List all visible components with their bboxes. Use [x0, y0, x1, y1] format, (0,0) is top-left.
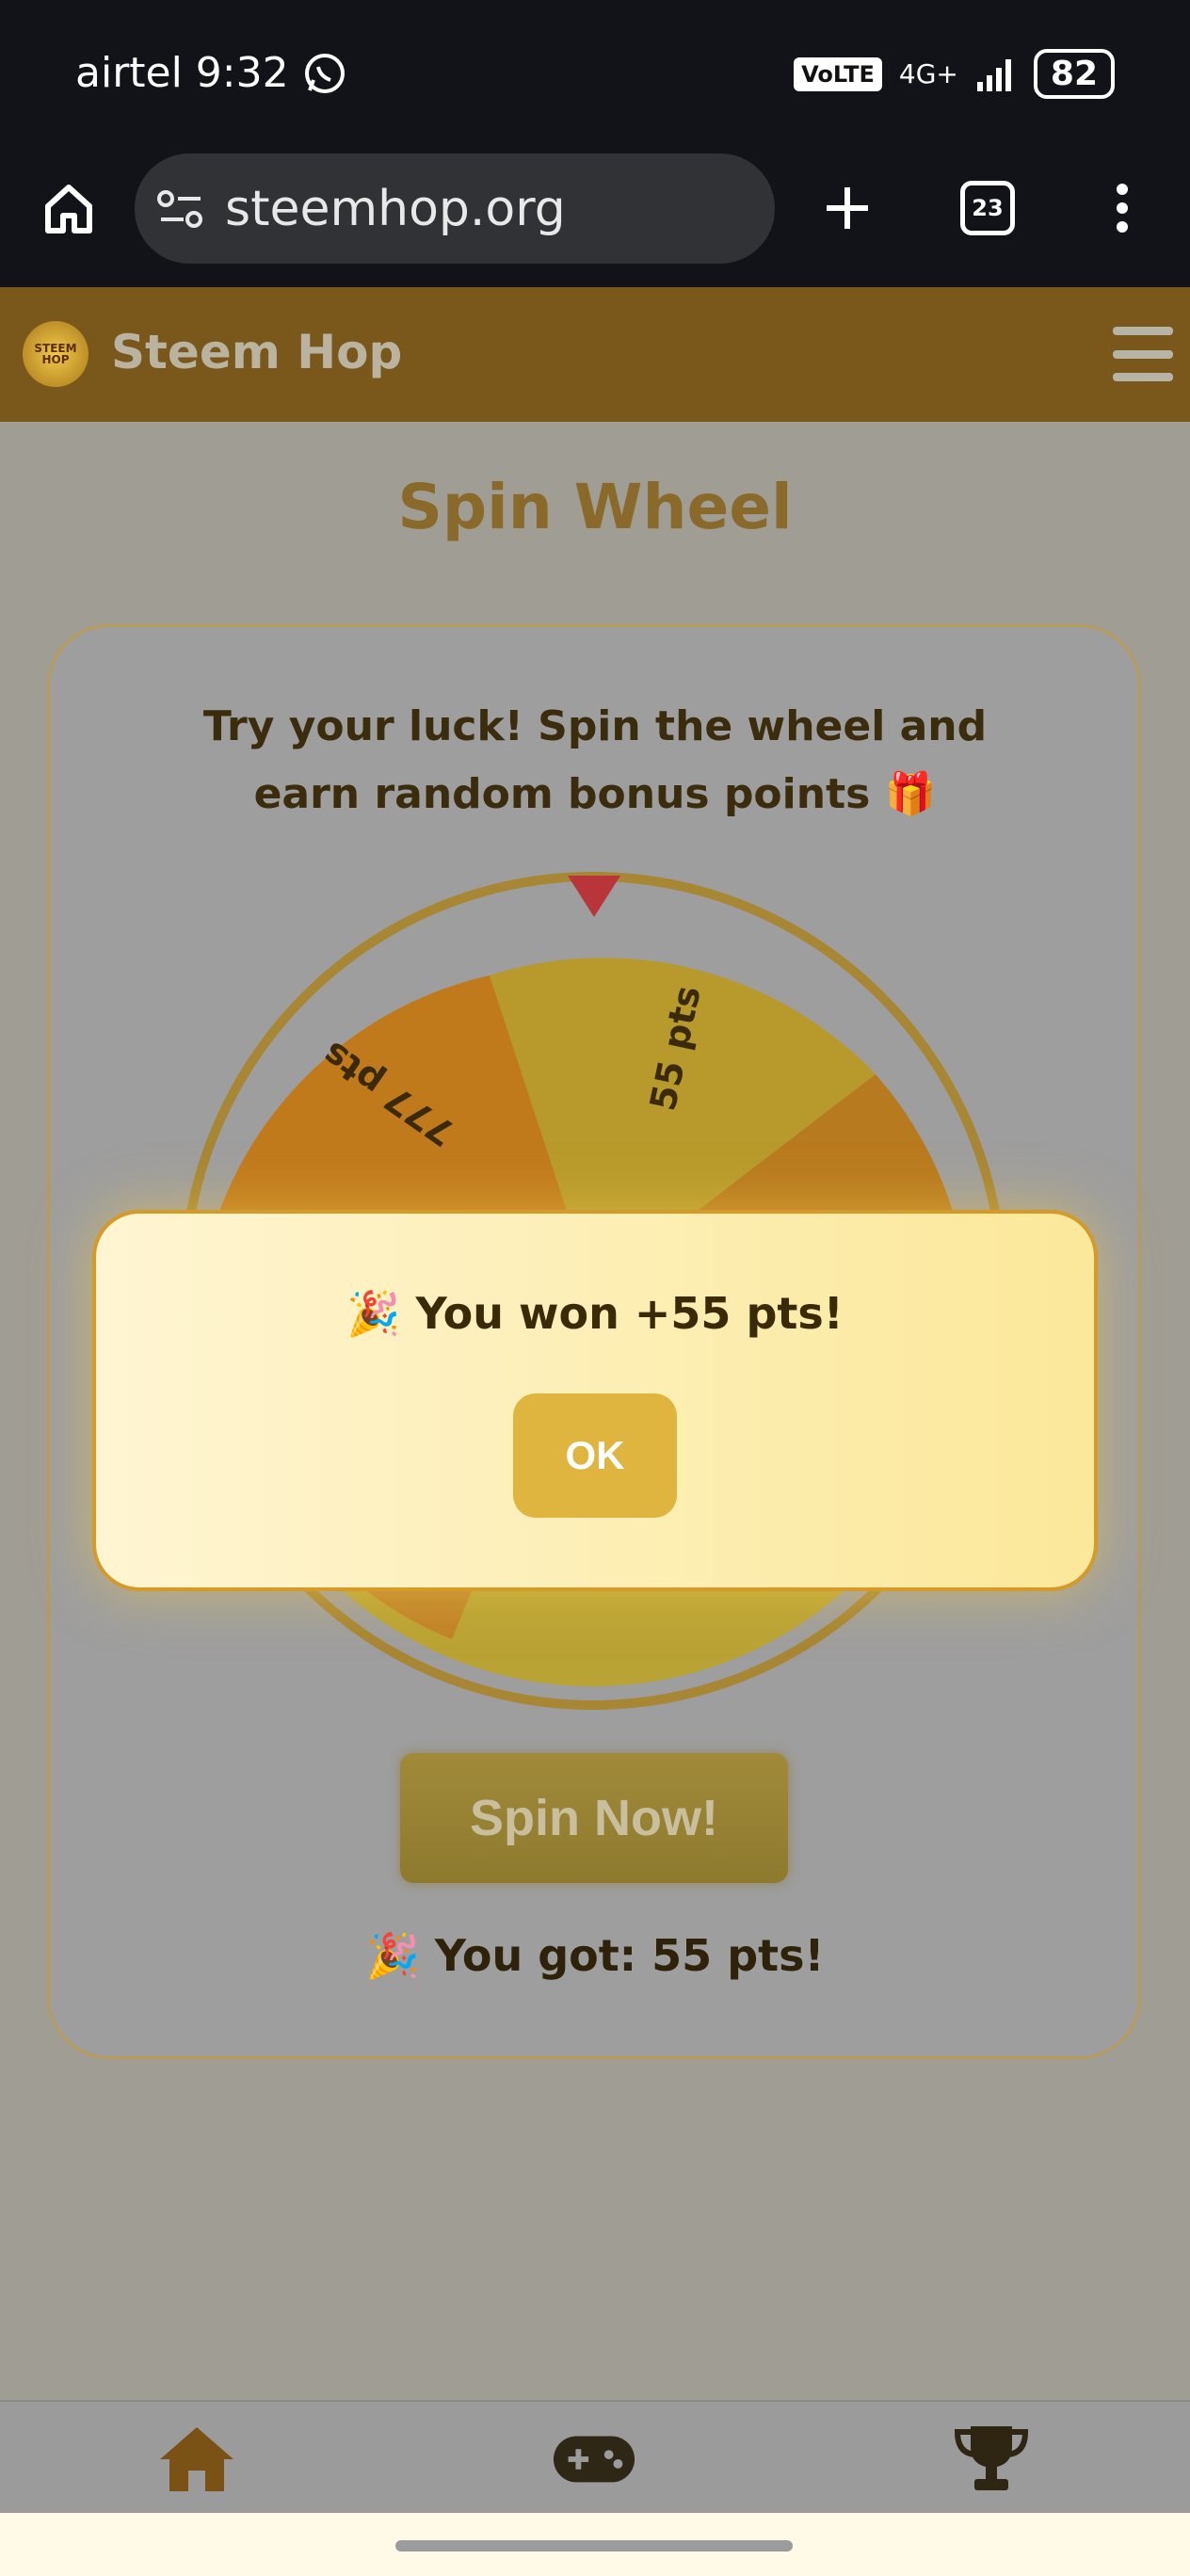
home-outline-icon: [45, 185, 92, 233]
status-bar: airtel 9:32 VoLTE 4G+ 82: [0, 0, 1190, 151]
browser-menu-button[interactable]: [1102, 175, 1143, 241]
status-right: VoLTE 4G+ 82: [794, 49, 1115, 99]
nav-games[interactable]: [552, 2421, 636, 2496]
browser-toolbar: steemhop.org 23: [0, 151, 1190, 287]
gesture-handle[interactable]: [395, 2540, 793, 2552]
modal-message: 🎉 You won +55 pts!: [346, 1288, 844, 1339]
app-header: STEEM HOP Steem Hop: [0, 287, 1190, 422]
signal-icon: [976, 58, 1011, 91]
hamburger-line: [1113, 373, 1173, 381]
trophy-icon: [954, 2426, 1029, 2490]
wheel-pointer: [568, 876, 620, 917]
app-logo[interactable]: STEEM HOP: [23, 321, 88, 387]
ok-button[interactable]: OK: [513, 1393, 677, 1518]
more-vert-icon: [1117, 184, 1128, 233]
spin-now-button[interactable]: Spin Now!: [400, 1753, 788, 1883]
nav-home[interactable]: [154, 2421, 239, 2496]
status-left: airtel 9:32: [75, 49, 347, 97]
page-title: Spin Wheel: [397, 471, 793, 543]
plus-icon: [827, 187, 868, 229]
whatsapp-icon: [304, 53, 345, 93]
app-title[interactable]: Steem Hop: [111, 325, 402, 379]
nav-leaderboard[interactable]: [949, 2421, 1034, 2496]
bottom-nav: [0, 2400, 1190, 2515]
site-settings-icon[interactable]: [157, 188, 204, 230]
description-text: Try your luck! Spin the wheel and earn r…: [202, 702, 988, 818]
hamburger-line: [1113, 327, 1173, 335]
spin-result: 🎉 You got: 55 pts!: [365, 1930, 825, 1981]
tab-count: 23: [972, 195, 1004, 221]
network-type: 4G+: [898, 58, 958, 89]
logo-text: STEEM HOP: [34, 342, 77, 366]
browser-home-button[interactable]: [36, 175, 102, 241]
gamepad-icon: [553, 2436, 635, 2483]
carrier-time: airtel 9:32: [75, 49, 289, 97]
volte-badge: VoLTE: [794, 56, 882, 91]
hamburger-menu-icon[interactable]: [1113, 327, 1173, 381]
url-text: steemhop.org: [225, 180, 566, 237]
new-tab-button[interactable]: [814, 175, 880, 241]
tab-switcher-button[interactable]: 23: [960, 181, 1015, 235]
home-icon: [160, 2427, 233, 2491]
battery-indicator: 82: [1033, 49, 1115, 99]
spin-description: Try your luck! Spin the wheel and earn r…: [0, 693, 1190, 829]
hamburger-line: [1113, 349, 1173, 359]
address-bar[interactable]: steemhop.org: [135, 153, 775, 264]
